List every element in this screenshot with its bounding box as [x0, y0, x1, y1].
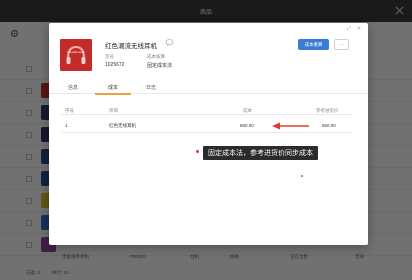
comment-icon[interactable] — [165, 39, 174, 46]
recalculate-cost-button[interactable]: 成本重算 — [298, 39, 329, 50]
product-image: Headphones — [60, 39, 92, 71]
product-code-label: 货号 — [105, 54, 114, 59]
header-cost: 成本 — [243, 108, 252, 113]
annotation-tooltip: 固定成本法，参考进货价同步成本 — [203, 146, 318, 160]
detail-tabs: 信息 成本 日志 — [49, 81, 368, 95]
modal-close-icon[interactable]: ✕ — [357, 27, 361, 32]
row-item: 红色无线耳机 — [109, 123, 136, 128]
headphones-icon: Headphones — [66, 45, 86, 64]
header-index: 序号 — [65, 108, 74, 113]
annotation-arrow — [272, 122, 309, 130]
cursor-dot — [301, 175, 303, 177]
annotation-dot — [196, 150, 199, 153]
product-code-value: 1025672 — [105, 62, 125, 68]
product-detail-modal: ⤢ ✕ Headphones 红色潮流无线耳机 货号 1025672 成本核算 … — [49, 23, 368, 245]
tab-cost[interactable]: 成本 — [93, 84, 133, 91]
cost-table-header: 序号 项目 成本 参考进货价 — [61, 104, 352, 115]
row-ref-price: 860.00 — [322, 123, 336, 128]
tab-log[interactable]: 日志 — [131, 84, 171, 91]
header-item: 项目 — [109, 108, 118, 113]
header-ref-price: 参考进货价 — [316, 108, 339, 113]
tab-info[interactable]: 信息 — [53, 84, 93, 91]
cost-method-label: 成本核算 — [147, 54, 165, 59]
cost-method-value: 固定成本法 — [147, 63, 173, 69]
svg-text:Headphones: Headphones — [67, 50, 85, 54]
expand-icon[interactable]: ⤢ — [347, 27, 351, 32]
product-title: 红色潮流无线耳机 — [105, 43, 157, 50]
row-index: 1 — [65, 123, 68, 128]
more-actions-button[interactable]: ··· — [334, 39, 349, 50]
row-cost: 860.00 — [240, 123, 254, 128]
active-tab-indicator — [95, 93, 131, 95]
